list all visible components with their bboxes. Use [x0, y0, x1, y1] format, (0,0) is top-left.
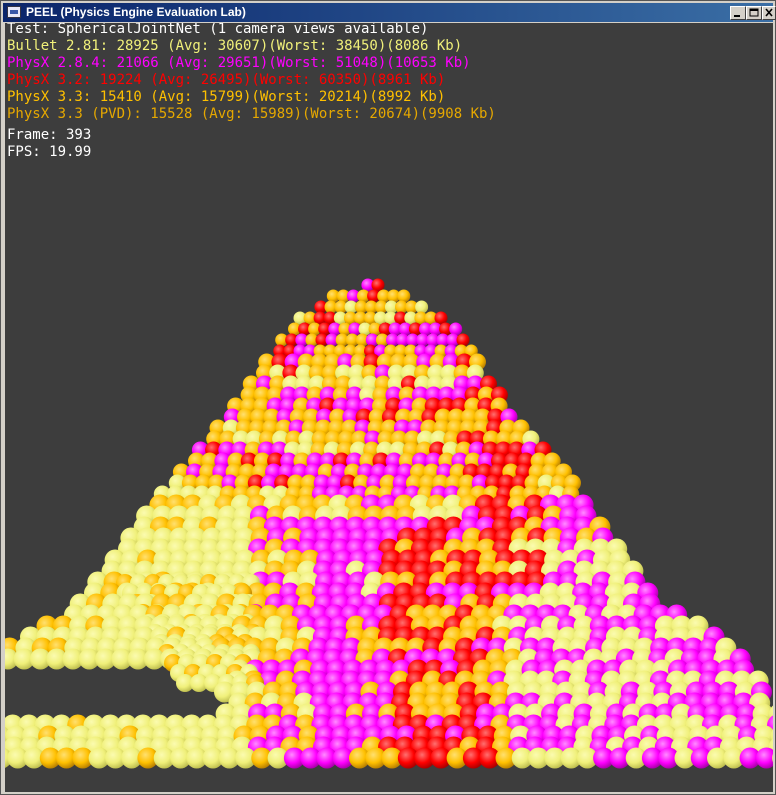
engine-stats-line: Bullet 2.81: 28925 (Avg: 30607)(Worst: 3…	[7, 38, 463, 54]
engine-stats-line: PhysX 3.3: 15410 (Avg: 15799)(Worst: 202…	[7, 89, 446, 105]
minimize-button[interactable]	[730, 6, 746, 20]
engine-stats-line: PhysX 3.2: 19224 (Avg: 26495)(Worst: 603…	[7, 72, 446, 88]
window-title: PEEL (Physics Engine Evaluation Lab)	[26, 5, 246, 19]
fps-counter: FPS: 19.99	[7, 144, 92, 160]
app-icon[interactable]	[7, 6, 21, 18]
engine-stats-line: PhysX 2.8.4: 21066 (Avg: 29651)(Worst: 5…	[7, 55, 471, 71]
close-icon	[765, 8, 773, 17]
minimize-icon	[734, 15, 740, 17]
sphere-net-render	[5, 278, 773, 769]
close-button[interactable]	[762, 6, 776, 20]
maximize-icon	[749, 8, 759, 17]
render-viewport[interactable]: Test: SphericalJointNet (1 camera views …	[5, 23, 773, 792]
title-bar[interactable]: PEEL (Physics Engine Evaluation Lab)	[3, 3, 776, 22]
engine-stats-line: PhysX 3.3 (PVD): 15528 (Avg: 15989)(Wors…	[7, 106, 496, 122]
maximize-button[interactable]	[746, 6, 762, 20]
app-window: PEEL (Physics Engine Evaluation Lab) Tes…	[0, 0, 776, 795]
frame-counter: Frame: 393	[7, 127, 92, 143]
test-name-line: Test: SphericalJointNet (1 camera views …	[7, 23, 429, 37]
